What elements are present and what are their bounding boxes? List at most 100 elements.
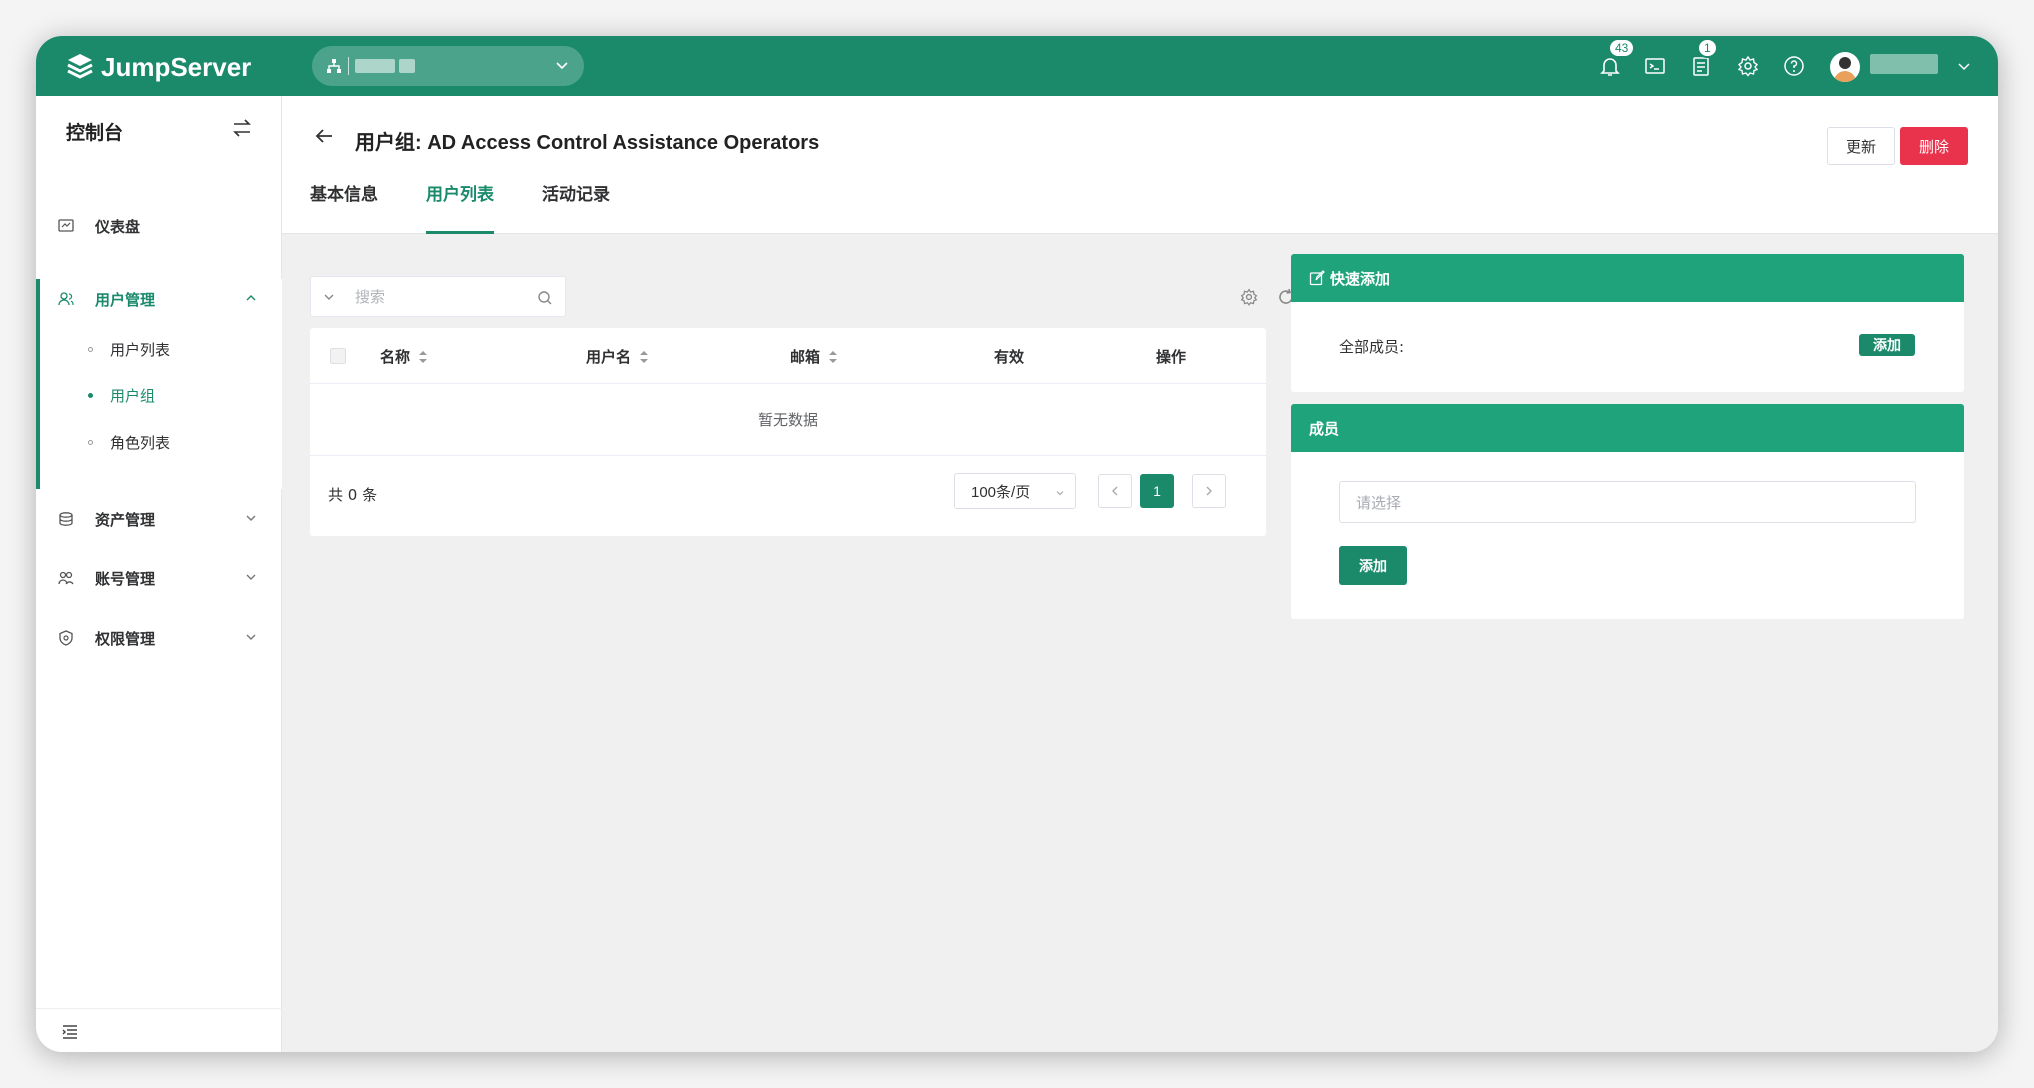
page-size-select[interactable]: 100条/页 bbox=[954, 473, 1076, 509]
app-window: JumpServer 43 1 控制台 仪表盘 用户管理 用户列表 用户组 角色… bbox=[36, 36, 1998, 1052]
terminal-icon bbox=[1645, 58, 1665, 74]
chevron-left-icon bbox=[1112, 486, 1118, 496]
org-name-redacted bbox=[399, 59, 415, 73]
column-header-username[interactable]: 用户名 bbox=[586, 346, 649, 367]
sidebar-item-permission-management[interactable]: 权限管理 bbox=[36, 618, 282, 658]
sidebar-item-user-management[interactable]: 用户管理 bbox=[36, 279, 282, 319]
sidebar-item-account-management[interactable]: 账号管理 bbox=[36, 558, 282, 598]
settings-button[interactable] bbox=[1736, 54, 1760, 78]
member-select[interactable] bbox=[1339, 481, 1916, 523]
delete-button[interactable]: 删除 bbox=[1900, 127, 1968, 165]
avatar[interactable] bbox=[1830, 52, 1860, 82]
dashboard-icon bbox=[58, 219, 74, 232]
help-button[interactable] bbox=[1782, 54, 1806, 78]
bullet bbox=[88, 346, 93, 352]
tab-activity-log[interactable]: 活动记录 bbox=[542, 178, 610, 234]
bell-icon bbox=[1600, 58, 1620, 76]
sidebar-item-label: 仪表盘 bbox=[95, 217, 141, 236]
chevron-down-icon bbox=[556, 62, 568, 70]
collapse-sidebar-icon[interactable] bbox=[61, 1023, 79, 1041]
page-title: 用户组: AD Access Control Assistance Operat… bbox=[355, 132, 820, 154]
panel-title: 快速添加 bbox=[1330, 269, 1391, 288]
add-member-button[interactable]: 添加 bbox=[1339, 546, 1407, 585]
empty-state: 暂无数据 bbox=[310, 384, 1266, 456]
tab-basic-info[interactable]: 基本信息 bbox=[310, 178, 378, 234]
search-icon[interactable] bbox=[537, 290, 553, 306]
column-header-actions: 操作 bbox=[1156, 346, 1186, 367]
sitemap-icon bbox=[327, 59, 341, 73]
page-header: 用户组: AD Access Control Assistance Operat… bbox=[282, 96, 1998, 234]
column-label: 有效 bbox=[994, 348, 1025, 366]
organization-select[interactable] bbox=[312, 46, 584, 86]
logo[interactable]: JumpServer bbox=[65, 50, 251, 84]
members-panel: 成员 添加 bbox=[1291, 404, 1964, 619]
users-icon bbox=[58, 292, 74, 306]
sidebar-item-label: 用户管理 bbox=[95, 290, 156, 309]
page-number-current[interactable]: 1 bbox=[1140, 474, 1174, 508]
search-input[interactable] bbox=[355, 285, 525, 309]
switch-view-icon[interactable] bbox=[232, 118, 252, 138]
total-count: 共 0 条 bbox=[328, 486, 378, 504]
sort-icon bbox=[419, 350, 428, 363]
chevron-down-icon[interactable] bbox=[1956, 58, 1972, 74]
sort-icon bbox=[829, 350, 838, 363]
tab-user-list[interactable]: 用户列表 bbox=[426, 178, 494, 234]
accounts-icon bbox=[58, 571, 74, 585]
column-label: 名称 bbox=[380, 348, 411, 366]
clipboard-icon bbox=[1693, 57, 1709, 76]
column-header-name[interactable]: 名称 bbox=[380, 346, 428, 367]
member-select-input[interactable] bbox=[1356, 492, 1756, 514]
sidebar-subitem-label: 角色列表 bbox=[110, 433, 171, 452]
avatar-head bbox=[1839, 57, 1851, 69]
sidebar-subitem-label: 用户组 bbox=[110, 386, 156, 405]
column-settings-icon[interactable] bbox=[1240, 288, 1258, 306]
sidebar-item-label: 账号管理 bbox=[95, 569, 156, 588]
bullet bbox=[88, 392, 93, 398]
chevron-down-icon bbox=[246, 634, 256, 640]
org-name-redacted bbox=[355, 59, 395, 73]
sidebar: 控制台 仪表盘 用户管理 用户列表 用户组 角色列表 资产管理 账号管理 权限管… bbox=[36, 96, 282, 1052]
username-redacted[interactable] bbox=[1870, 54, 1938, 74]
chevron-down-icon bbox=[1056, 491, 1064, 496]
sidebar-subitem-label: 用户列表 bbox=[110, 340, 171, 359]
divider bbox=[348, 57, 349, 75]
column-label: 操作 bbox=[1156, 348, 1187, 366]
edit-icon bbox=[1309, 270, 1325, 286]
sidebar-item-label: 权限管理 bbox=[95, 629, 156, 648]
sidebar-item-user-groups[interactable]: 用户组 bbox=[36, 377, 282, 413]
sidebar-item-role-list[interactable]: 角色列表 bbox=[36, 424, 282, 460]
search-box[interactable] bbox=[310, 276, 566, 317]
users-table: 名称 用户名 邮箱 有效 操作 暂无数据 共 0 条 100条/页 1 bbox=[310, 328, 1266, 536]
sidebar-item-dashboard[interactable]: 仪表盘 bbox=[36, 206, 282, 246]
column-header-valid: 有效 bbox=[994, 346, 1024, 367]
top-bar: JumpServer 43 1 bbox=[36, 36, 1998, 96]
sidebar-item-label: 资产管理 bbox=[95, 510, 156, 529]
column-label: 邮箱 bbox=[790, 348, 821, 366]
terminal-button[interactable] bbox=[1643, 54, 1667, 78]
arrow-left-icon[interactable] bbox=[313, 125, 335, 147]
jumpserver-logo-icon bbox=[67, 54, 93, 79]
help-circle-icon bbox=[1784, 56, 1804, 76]
chevron-down-icon[interactable] bbox=[322, 290, 336, 304]
notifications-badge: 43 bbox=[1608, 38, 1636, 58]
sidebar-item-user-list[interactable]: 用户列表 bbox=[36, 331, 282, 367]
table-header: 名称 用户名 邮箱 有效 操作 bbox=[310, 328, 1266, 384]
sidebar-item-asset-management[interactable]: 资产管理 bbox=[36, 499, 282, 539]
brand-name: JumpServer bbox=[101, 51, 252, 82]
panel-title: 成员 bbox=[1309, 419, 1340, 438]
assets-icon bbox=[59, 512, 73, 526]
panel-header: 成员 bbox=[1291, 404, 1964, 452]
update-button[interactable]: 更新 bbox=[1827, 127, 1895, 165]
select-all-checkbox[interactable] bbox=[330, 348, 346, 364]
column-header-email[interactable]: 邮箱 bbox=[790, 346, 838, 367]
prev-page-button[interactable] bbox=[1098, 474, 1132, 508]
chevron-down-icon bbox=[246, 515, 256, 521]
main-content: 用户组: AD Access Control Assistance Operat… bbox=[282, 96, 1998, 1052]
panel-header: 快速添加 bbox=[1291, 254, 1964, 302]
chevron-right-icon bbox=[1206, 486, 1212, 496]
next-page-button[interactable] bbox=[1192, 474, 1226, 508]
sidebar-title: 控制台 bbox=[66, 122, 124, 144]
sort-icon bbox=[640, 350, 649, 363]
bullet bbox=[88, 439, 93, 445]
add-all-members-button[interactable]: 添加 bbox=[1859, 334, 1915, 356]
